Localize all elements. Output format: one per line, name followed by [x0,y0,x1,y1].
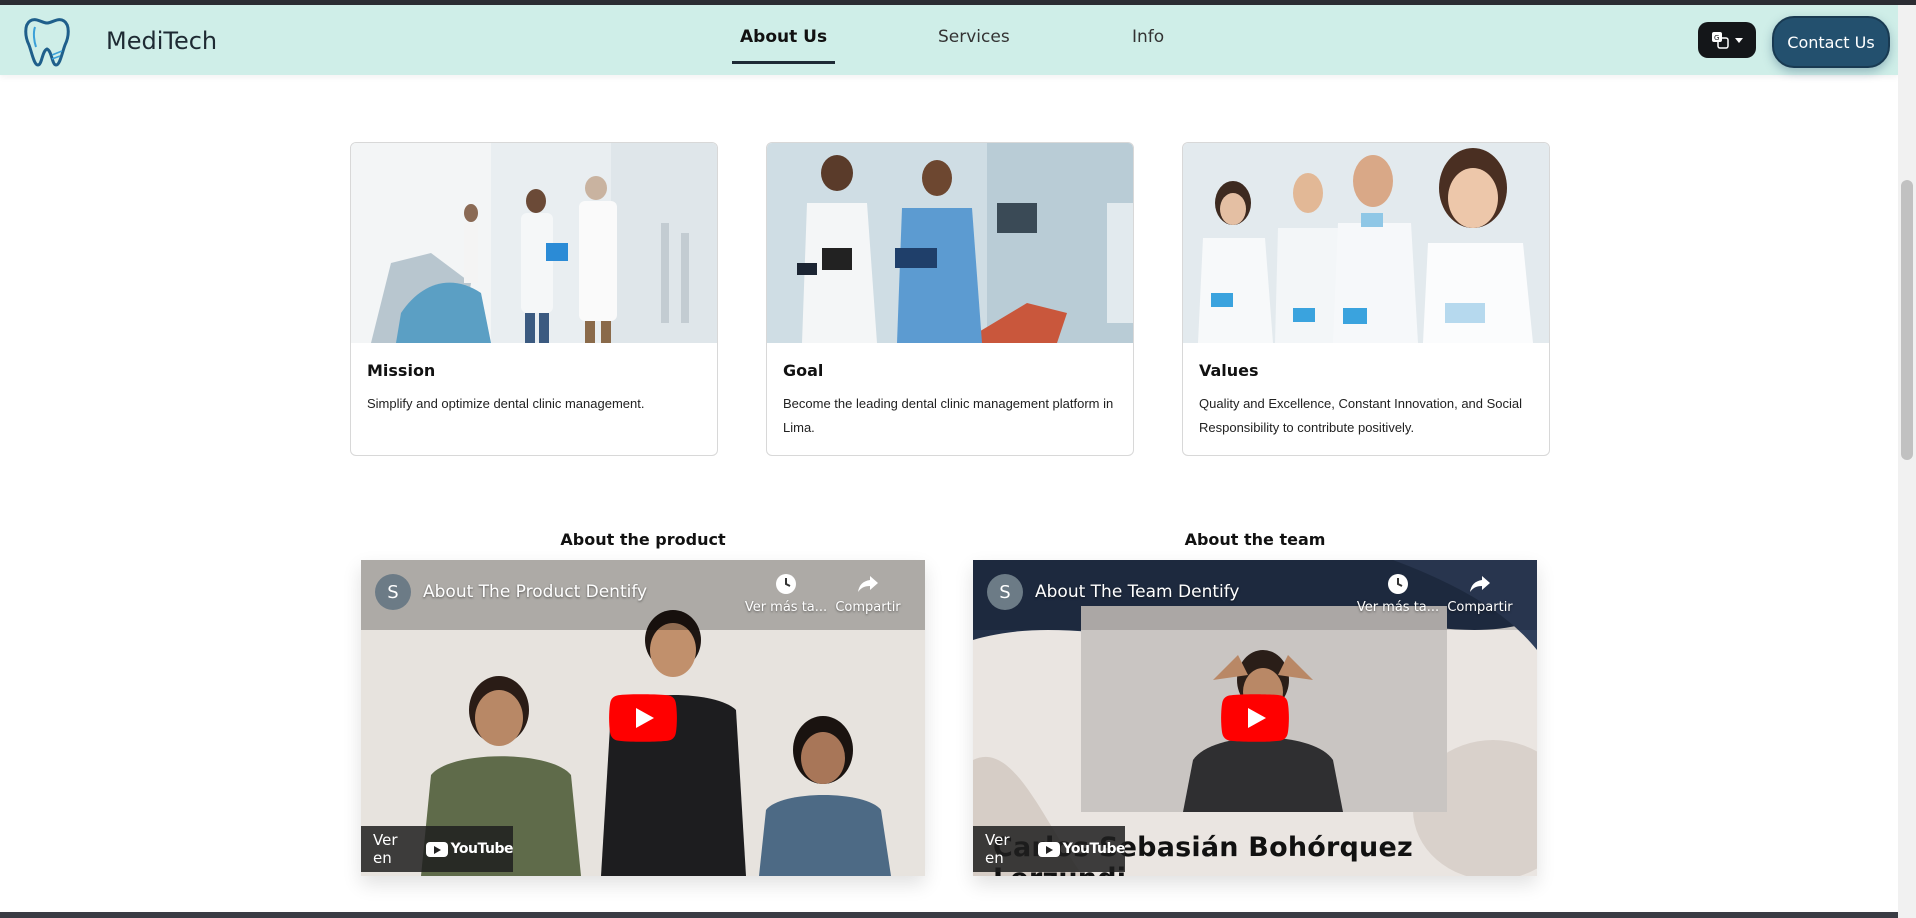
card-title: Mission [367,361,436,380]
tab-about-us-label: About Us [740,27,828,47]
dental-clinic-staff-photo [351,143,717,343]
card-title: Goal [783,361,824,380]
watch-on-label: Ver en [373,831,398,867]
watch-on-youtube-button[interactable]: Ver en YouTube [973,826,1126,872]
product-video-embed[interactable]: S About The Product Dentify Ver más ta..… [361,560,925,876]
tab-info-label: Info [1132,27,1165,47]
tab-services[interactable]: Services [938,27,1010,67]
tab-services-label: Services [938,27,1010,47]
language-dropdown-button[interactable]: G [1698,22,1756,58]
team-video-embed[interactable]: S About The Team Dentify Ver más ta... C… [973,560,1537,876]
svg-text:G: G [1714,34,1719,42]
card-title: Values [1199,361,1259,380]
share-icon [858,576,878,592]
chevron-down-icon [1735,37,1743,43]
share-label: Compartir [835,600,901,615]
share-label: Compartir [1447,600,1513,615]
contact-us-button[interactable]: Contact Us [1772,16,1890,68]
card-text: Simplify and optimize dental clinic mana… [367,396,645,411]
goal-card: Goal Become the leading dental clinic ma… [766,142,1134,456]
youtube-icon [1037,841,1060,857]
clock-icon [776,574,796,594]
tab-about-us[interactable]: About Us [732,27,836,67]
translate-icon: G [1712,32,1729,49]
watch-later-label: Ver más ta... [1356,600,1440,615]
youtube-icon [425,841,448,857]
mission-card: Mission Simplify and optimize dental cli… [350,142,718,456]
dental-nurses-photo [767,143,1133,343]
card-text: Become the leading dental clinic managem… [783,396,1114,435]
watch-later-label: Ver más ta... [744,600,828,615]
play-button-icon[interactable] [609,694,677,742]
navbar: MediTech About Us Services Info G Contac… [0,5,1898,75]
share-icon [1470,576,1490,592]
smiling-dental-team-photo [1183,143,1549,343]
team-video-heading: About the team [1184,530,1326,549]
youtube-logo: YouTube [1037,841,1126,857]
channel-avatar[interactable]: S [987,574,1023,610]
video-title[interactable]: About The Team Dentify [1035,582,1239,602]
share-button[interactable]: Compartir [1435,572,1525,615]
youtube-wordmark: YouTube [450,841,514,857]
play-button-icon[interactable] [1221,694,1289,742]
video-title[interactable]: About The Product Dentify [423,582,647,602]
watch-later-button[interactable]: Ver más ta... [741,572,831,615]
product-video-heading: About the product [560,530,726,549]
tooth-logo-icon[interactable] [22,15,72,69]
values-card: Values Quality and Excellence, Constant … [1182,142,1550,456]
tab-info[interactable]: Info [1132,27,1164,67]
share-button[interactable]: Compartir [823,572,913,615]
scrollbar-thumb[interactable] [1901,180,1913,460]
watch-later-button[interactable]: Ver más ta... [1353,572,1443,615]
youtube-logo: YouTube [425,841,514,857]
card-text: Quality and Excellence, Constant Innovat… [1199,396,1523,435]
watch-on-label: Ver en [985,831,1010,867]
watch-on-youtube-button[interactable]: Ver en YouTube [361,826,514,872]
vertical-scrollbar[interactable] [1898,5,1916,918]
clock-icon [1388,574,1408,594]
channel-avatar[interactable]: S [375,574,411,610]
brand-name[interactable]: MediTech [106,27,217,55]
window-bottom-border [0,912,1898,918]
youtube-wordmark: YouTube [1062,841,1126,857]
active-tab-indicator [732,61,836,64]
